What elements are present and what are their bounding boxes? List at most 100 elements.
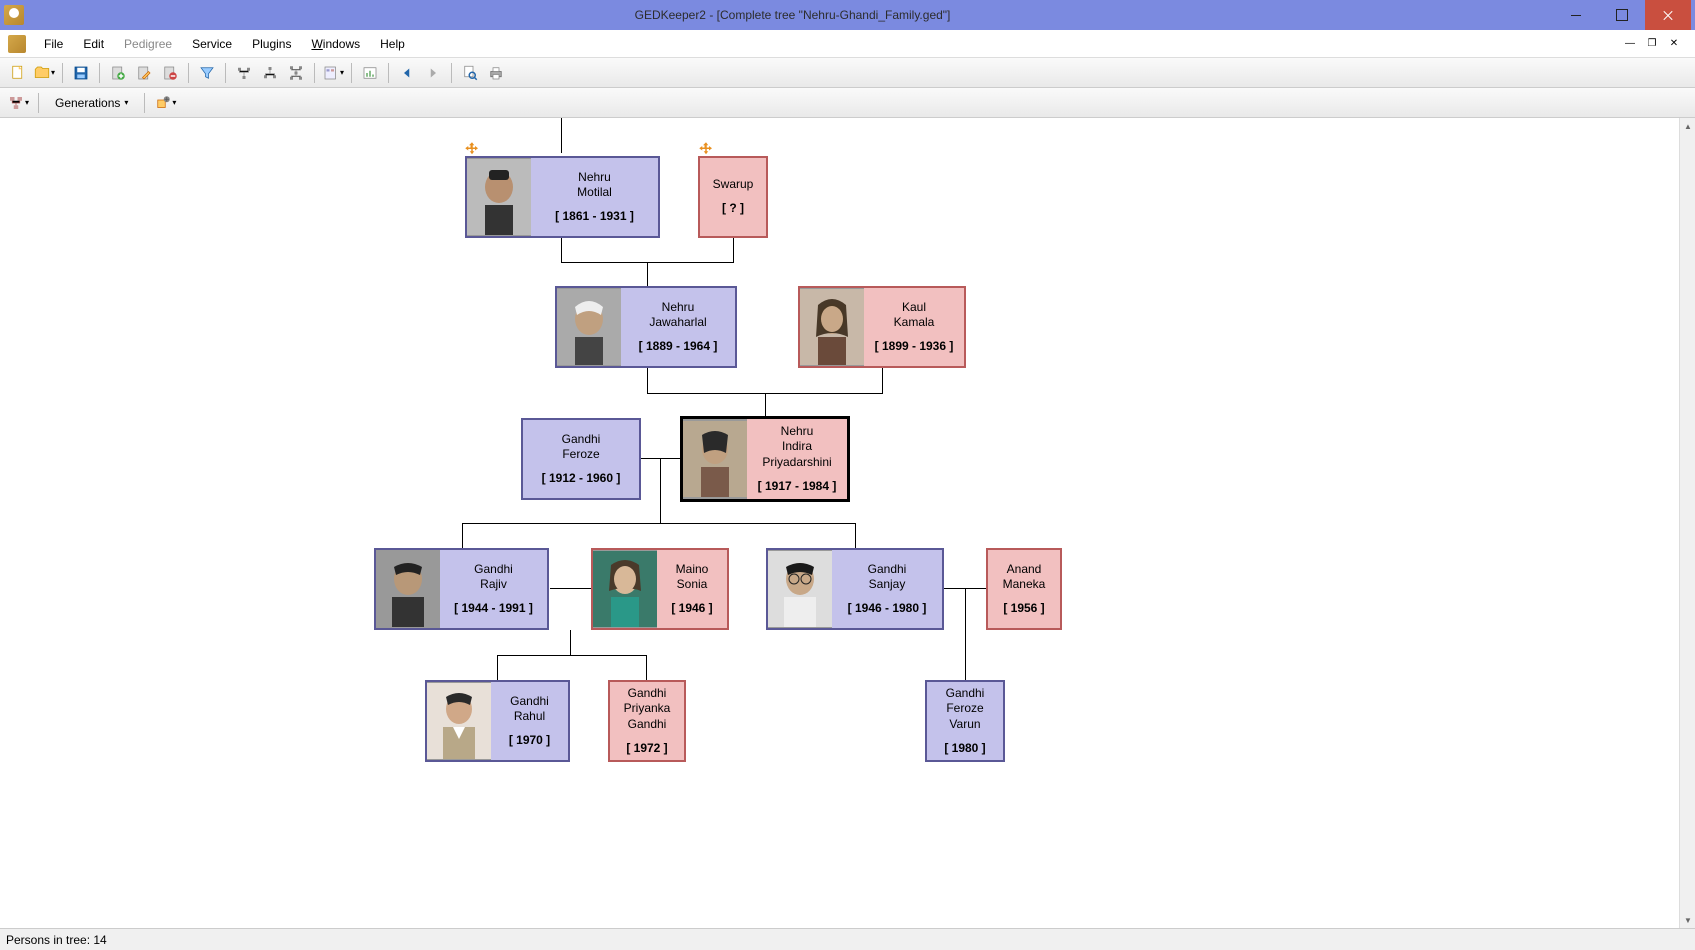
person-dates: [ 1861 - 1931 ] [537,209,652,225]
pedigree-button[interactable]: ▾ [321,61,345,85]
person-rajiv[interactable]: Gandhi Rajiv [ 1944 - 1991 ] [374,548,549,630]
mdi-restore-button[interactable]: ❐ [1645,37,1659,51]
stats-button[interactable] [358,61,382,85]
tree-options-button[interactable]: ▾ [153,91,177,115]
person-name: Gandhi [616,717,678,733]
mdi-minimize-button[interactable]: — [1623,37,1637,51]
status-persons-count: Persons in tree: 14 [6,933,107,947]
app-menu-icon [8,35,26,53]
person-name: Nehru [537,170,652,186]
person-name: Feroze [529,447,633,463]
menu-edit[interactable]: Edit [73,33,114,55]
person-name: Varun [933,717,997,733]
person-dates: [ 1980 ] [933,741,997,757]
titlebar: GEDKeeper2 - [Complete tree "Nehru-Ghand… [0,0,1695,30]
tree-descendants-button[interactable] [258,61,282,85]
person-name: Indira [753,439,841,455]
person-name: Rahul [497,709,562,725]
person-name: Gandhi [838,562,936,578]
filter-button[interactable] [195,61,219,85]
minimize-button[interactable] [1553,0,1599,30]
generations-dropdown[interactable]: Generations ▾ [47,93,136,113]
statusbar: Persons in tree: 14 [0,928,1695,950]
scroll-up-icon[interactable]: ▲ [1680,118,1695,134]
vertical-scrollbar[interactable]: ▲ ▼ [1679,118,1695,928]
close-button[interactable] [1645,0,1691,30]
scroll-down-icon[interactable]: ▼ [1680,912,1695,928]
menu-pedigree[interactable]: Pedigree [114,33,182,55]
save-button[interactable] [69,61,93,85]
person-name: Feroze [933,701,997,717]
mdi-close-button[interactable]: ✕ [1667,37,1681,51]
person-name: Priyadarshini [753,455,841,471]
person-priyanka[interactable]: Gandhi Priyanka Gandhi [ 1972 ] [608,680,686,762]
nav-forward-button[interactable] [421,61,445,85]
person-name: Gandhi [933,686,997,702]
person-dates: [ 1956 ] [994,601,1054,617]
menu-file[interactable]: File [34,33,73,55]
portrait-icon [593,550,657,628]
person-swarup[interactable]: Swarup [ ? ] [698,156,768,238]
person-dates: [ 1970 ] [497,733,562,749]
person-name: Anand [994,562,1054,578]
person-dates: [ 1946 ] [663,601,721,617]
person-name: Priyanka [616,701,678,717]
menubar: File Edit Pedigree Service Plugins Windo… [0,30,1695,58]
person-name: Maneka [994,577,1054,593]
menu-windows[interactable]: Windows [301,33,370,55]
person-name: Maino [663,562,721,578]
person-name: Motilal [537,185,652,201]
delete-record-button[interactable] [158,61,182,85]
person-dates: [ 1889 - 1964 ] [627,339,729,355]
person-name: Gandhi [497,694,562,710]
tree-toolbar: ▾ Generations ▾ ▾ [0,88,1695,118]
person-sanjay[interactable]: Gandhi Sanjay [ 1946 - 1980 ] [766,548,944,630]
preview-button[interactable] [458,61,482,85]
person-sonia[interactable]: Maino Sonia [ 1946 ] [591,548,729,630]
add-record-button[interactable] [106,61,130,85]
tree-both-button[interactable] [284,61,308,85]
person-dates: [ 1912 - 1960 ] [529,471,633,487]
open-file-button[interactable]: ▾ [32,61,56,85]
person-jawaharlal[interactable]: Nehru Jawaharlal [ 1889 - 1964 ] [555,286,737,368]
person-name: Kamala [870,315,958,331]
person-dates: [ 1917 - 1984 ] [753,479,841,495]
person-motilal[interactable]: Nehru Motilal [ 1861 - 1931 ] [465,156,660,238]
main-toolbar: ▾ ▾ [0,58,1695,88]
portrait-icon [557,288,621,366]
edit-record-button[interactable] [132,61,156,85]
menu-help[interactable]: Help [370,33,415,55]
person-kamala[interactable]: Kaul Kamala [ 1899 - 1936 ] [798,286,966,368]
window-controls [1553,0,1691,30]
menu-plugins[interactable]: Plugins [242,33,301,55]
person-name: Sonia [663,577,721,593]
rebuild-tree-button[interactable]: ▾ [6,91,30,115]
person-dates: [ 1972 ] [616,741,678,757]
person-maneka[interactable]: Anand Maneka [ 1956 ] [986,548,1062,630]
portrait-icon [683,419,747,499]
print-button[interactable] [484,61,508,85]
person-indira[interactable]: Nehru Indira Priyadarshini [ 1917 - 1984… [680,416,850,502]
person-name: Swarup [706,177,760,193]
person-name: Sanjay [838,577,936,593]
person-dates: [ 1946 - 1980 ] [838,601,936,617]
nav-back-button[interactable] [395,61,419,85]
person-dates: [ ? ] [706,201,760,217]
tree-ancestors-button[interactable] [232,61,256,85]
portrait-icon [427,682,491,760]
tree-canvas[interactable]: Nehru Motilal [ 1861 - 1931 ] Swarup [ ?… [0,118,1695,928]
app-icon [4,5,24,25]
maximize-button[interactable] [1599,0,1645,30]
person-name: Gandhi [616,686,678,702]
menu-service[interactable]: Service [182,33,242,55]
portrait-icon [467,158,531,236]
person-dates: [ 1944 - 1991 ] [446,601,541,617]
portrait-icon [376,550,440,628]
person-varun[interactable]: Gandhi Feroze Varun [ 1980 ] [925,680,1005,762]
person-name: Gandhi [446,562,541,578]
portrait-icon [800,288,864,366]
person-rahul[interactable]: Gandhi Rahul [ 1970 ] [425,680,570,762]
new-file-button[interactable] [6,61,30,85]
person-feroze[interactable]: Gandhi Feroze [ 1912 - 1960 ] [521,418,641,500]
person-dates: [ 1899 - 1936 ] [870,339,958,355]
